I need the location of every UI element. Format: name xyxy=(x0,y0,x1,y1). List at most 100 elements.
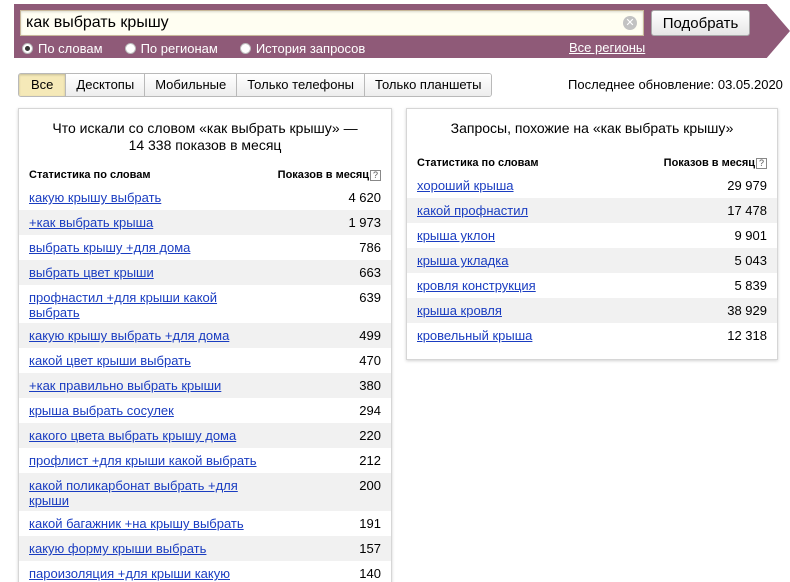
shows-count: 12 318 xyxy=(727,328,767,343)
phrase-link[interactable]: какую форму крыши выбрать xyxy=(29,541,206,556)
phrase-link[interactable]: крыша укладка xyxy=(417,253,508,268)
mode-label: По регионам xyxy=(140,40,218,56)
shows-count: 380 xyxy=(359,378,381,393)
help-icon[interactable]: ? xyxy=(756,158,767,169)
last-update-text: Последнее обновление: 03.05.2020 xyxy=(568,77,783,92)
table-row: крыша уклон 9 901 xyxy=(417,223,767,248)
table-row: крыша выбрать сосулек 294 xyxy=(29,398,381,423)
phrase-link[interactable]: профнастил +для крыши какой выбрать xyxy=(29,290,269,320)
panel-title: Запросы, похожие на «как выбрать крышу» xyxy=(450,120,734,136)
phrase-link[interactable]: какой поликарбонат выбрать +для крыши xyxy=(29,478,269,508)
all-regions-link[interactable]: Все регионы xyxy=(569,40,645,55)
radio-unchecked-icon[interactable] xyxy=(239,42,251,54)
phrase-link[interactable]: профлист +для крыши какой выбрать xyxy=(29,453,257,468)
column-header-stats: Статистика по словам xyxy=(417,157,539,169)
mode-label: По словам xyxy=(38,40,103,56)
shows-count: 140 xyxy=(359,566,381,581)
table-row: крыша укладка 5 043 xyxy=(407,248,777,273)
shows-count: 29 979 xyxy=(727,178,767,193)
table-row: кровля конструкция 5 839 xyxy=(417,273,767,298)
search-input[interactable] xyxy=(26,13,616,33)
phrase-link[interactable]: какую крышу выбрать +для дома xyxy=(29,328,229,343)
search-box[interactable]: ✕ xyxy=(20,10,644,36)
phrase-link[interactable]: какого цвета выбрать крышу дома xyxy=(29,428,236,443)
shows-count: 499 xyxy=(359,328,381,343)
tab-desktops[interactable]: Десктопы xyxy=(65,74,145,96)
phrase-link[interactable]: выбрать крышу +для дома xyxy=(29,240,190,255)
phrase-link[interactable]: кровельный крыша xyxy=(417,328,532,343)
shows-count: 4 620 xyxy=(348,190,381,205)
column-header-shows: Показов в месяц? xyxy=(664,155,767,171)
table-row: какой профнастил 17 478 xyxy=(407,198,777,223)
shows-count: 200 xyxy=(359,478,381,493)
column-header-shows: Показов в месяц? xyxy=(278,167,381,183)
phrase-link[interactable]: какой цвет крыши выбрать xyxy=(29,353,191,368)
radio-unchecked-icon[interactable] xyxy=(124,42,136,54)
table-row: хороший крыша 29 979 xyxy=(417,173,767,198)
device-tabs: Все Десктопы Мобильные Только телефоны Т… xyxy=(18,73,493,97)
table-row: какой багажник +на крышу выбрать 191 xyxy=(29,511,381,536)
pick-button[interactable]: Подобрать xyxy=(651,10,750,36)
phrase-link[interactable]: какой профнастил xyxy=(417,203,528,218)
shows-count: 220 xyxy=(359,428,381,443)
similar-queries-panel: Запросы, похожие на «как выбрать крышу» … xyxy=(406,108,778,360)
column-headers: Статистика по словам Показов в месяц? xyxy=(19,167,391,183)
shows-count: 38 929 xyxy=(727,303,767,318)
shows-count: 5 839 xyxy=(734,278,767,293)
shows-count: 17 478 xyxy=(727,203,767,218)
column-header-stats: Статистика по словам xyxy=(29,169,151,181)
phrase-link[interactable]: +как правильно выбрать крыши xyxy=(29,378,221,393)
tab-tablets-only[interactable]: Только планшеты xyxy=(364,74,492,96)
table-row: какую крышу выбрать +для дома 499 xyxy=(19,323,391,348)
phrase-link[interactable]: хороший крыша xyxy=(417,178,514,193)
shows-count: 191 xyxy=(359,516,381,531)
phrase-link[interactable]: пароизоляция +для крыши какую выбрать xyxy=(29,566,269,582)
table-row: выбрать цвет крыши 663 xyxy=(19,260,391,285)
words-stats-panel: Что искали со словом «как выбрать крышу»… xyxy=(18,108,392,582)
phrase-link[interactable]: крыша уклон xyxy=(417,228,495,243)
shows-count: 639 xyxy=(359,290,381,305)
shows-count: 212 xyxy=(359,453,381,468)
shows-count: 663 xyxy=(359,265,381,280)
shows-count: 1 973 xyxy=(348,215,381,230)
phrase-list: хороший крыша 29 979 какой профнастил 17 47… xyxy=(407,173,777,348)
table-row: +как выбрать крыша 1 973 xyxy=(19,210,391,235)
column-headers: Статистика по словам Показов в месяц? xyxy=(407,155,777,171)
table-row: какой поликарбонат выбрать +для крыши 200 xyxy=(19,473,391,511)
shows-count: 157 xyxy=(359,541,381,556)
table-row: крыша кровля 38 929 xyxy=(407,298,777,323)
mode-history[interactable]: История запросов xyxy=(239,40,366,56)
phrase-link[interactable]: крыша выбрать сосулек xyxy=(29,403,174,418)
search-header: ✕ Подобрать По словам По регионам Истори… xyxy=(0,0,790,62)
table-row: какой цвет крыши выбрать 470 xyxy=(29,348,381,373)
table-row: пароизоляция +для крыши какую выбрать 140 xyxy=(29,561,381,582)
table-row: кровельный крыша 12 318 xyxy=(417,323,767,348)
table-row: +как правильно выбрать крыши 380 xyxy=(19,373,391,398)
table-row: какую форму крыши выбрать 157 xyxy=(19,536,391,561)
tab-mobile[interactable]: Мобильные xyxy=(144,74,237,96)
shows-count: 470 xyxy=(359,353,381,368)
mode-label: История запросов xyxy=(255,40,366,56)
phrase-link[interactable]: какой багажник +на крышу выбрать xyxy=(29,516,244,531)
clear-icon[interactable]: ✕ xyxy=(623,16,637,30)
phrase-link[interactable]: выбрать цвет крыши xyxy=(29,265,154,280)
phrase-link[interactable]: +как выбрать крыша xyxy=(29,215,153,230)
shows-count: 294 xyxy=(359,403,381,418)
phrase-link[interactable]: кровля конструкция xyxy=(417,278,536,293)
panel-title: Что искали со словом «как выбрать крышу»… xyxy=(52,120,358,153)
help-icon[interactable]: ? xyxy=(370,170,381,181)
phrase-list: какую крышу выбрать 4 620 +как выбрать кры… xyxy=(19,185,391,582)
table-row: какого цвета выбрать крышу дома 220 xyxy=(19,423,391,448)
table-row: профлист +для крыши какой выбрать 212 xyxy=(29,448,381,473)
radio-checked-icon[interactable] xyxy=(22,42,33,54)
mode-by-regions[interactable]: По регионам xyxy=(124,40,218,56)
phrase-link[interactable]: крыша кровля xyxy=(417,303,502,318)
search-mode-group: По словам По регионам История запросов xyxy=(22,40,387,56)
tab-phones-only[interactable]: Только телефоны xyxy=(236,74,365,96)
mode-by-words[interactable]: По словам xyxy=(22,41,103,56)
table-row: какую крышу выбрать 4 620 xyxy=(29,185,381,210)
shows-count: 5 043 xyxy=(734,253,767,268)
shows-count: 786 xyxy=(359,240,381,255)
phrase-link[interactable]: какую крышу выбрать xyxy=(29,190,161,205)
tab-all[interactable]: Все xyxy=(19,74,66,96)
